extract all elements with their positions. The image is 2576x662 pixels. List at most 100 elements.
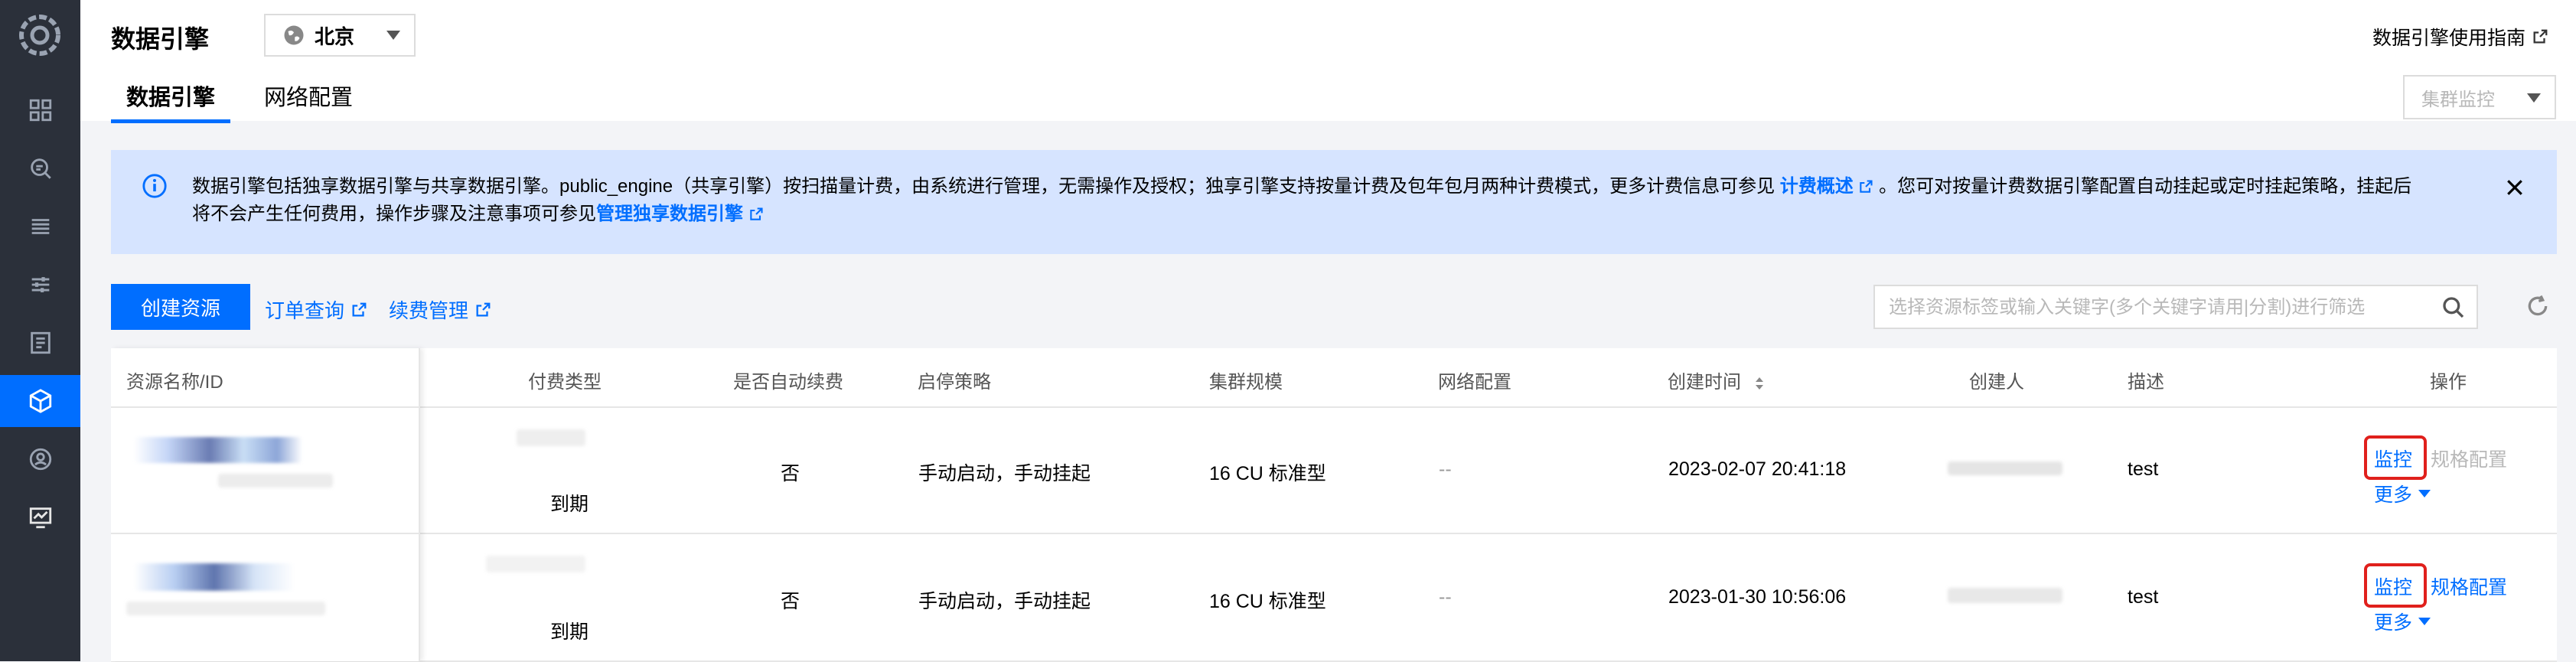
col-network: 网络配置 bbox=[1438, 372, 1511, 393]
col-name-header: 资源名称/ID bbox=[111, 348, 419, 408]
blurred-pay-type bbox=[486, 556, 585, 572]
blurred-creator bbox=[1948, 588, 2062, 603]
caret-down-icon bbox=[2418, 618, 2431, 625]
auto-renew-value: 否 bbox=[781, 463, 801, 484]
external-link-icon bbox=[2533, 29, 2548, 44]
list-icon bbox=[31, 219, 49, 234]
col-auto-renew: 是否自动续费 bbox=[733, 372, 843, 393]
table-header: 付费类型 是否自动续费 启停策略 集群规模 网络配置 创建时间 创建人 描述 操… bbox=[111, 348, 2557, 408]
col-created-label: 创建时间 bbox=[1668, 372, 1741, 393]
col-scale: 集群规模 bbox=[1209, 372, 1283, 393]
col-created[interactable]: 创建时间 bbox=[1668, 367, 1765, 393]
blurred-creator bbox=[1948, 461, 2062, 475]
blurred-id bbox=[218, 474, 333, 488]
pay-type-sub: 到期 bbox=[550, 494, 589, 515]
page-header: 数据引擎 北京 数据引擎使用指南 数据引擎 网络配置 bbox=[80, 0, 2576, 123]
region-select[interactable]: 北京 bbox=[264, 14, 416, 57]
logo-icon bbox=[19, 15, 60, 56]
col-name: 资源名称/ID bbox=[126, 372, 223, 393]
fixed-name-column: 资源名称/ID bbox=[111, 348, 420, 661]
left-sidebar bbox=[0, 0, 80, 661]
settings-sliders-icon bbox=[31, 277, 49, 292]
notice-part2: 。您可对按量计费数据引擎配置自动挂起或定时挂起策略，挂起后 bbox=[1873, 176, 2412, 197]
chevron-down-icon bbox=[386, 31, 400, 40]
manage-engine-label: 管理独享数据引擎 bbox=[596, 204, 743, 224]
dashboard-icon bbox=[29, 99, 51, 122]
search-input[interactable] bbox=[1875, 286, 2426, 329]
spec-config-link[interactable]: 规格配置 bbox=[2431, 572, 2507, 600]
manage-engine-link[interactable]: 管理独享数据引擎 bbox=[596, 204, 764, 224]
sidebar-item-settings[interactable] bbox=[0, 259, 80, 311]
search-icon[interactable] bbox=[2441, 295, 2466, 320]
pay-type-sub: 到期 bbox=[550, 621, 589, 643]
created-value: 2023-02-07 20:41:18 bbox=[1668, 458, 1847, 480]
close-icon[interactable] bbox=[2503, 176, 2526, 199]
renew-management-label: 续费管理 bbox=[389, 299, 469, 322]
name-cell bbox=[111, 534, 419, 660]
policy-value: 手动启动，手动挂起 bbox=[918, 463, 1091, 484]
chevron-down-icon bbox=[2527, 93, 2541, 103]
blurred-pay-type bbox=[517, 429, 585, 446]
sidebar-item-query[interactable] bbox=[0, 142, 80, 194]
tab-network-config[interactable]: 网络配置 bbox=[249, 80, 368, 119]
cluster-monitor-select[interactable]: 集群监控 bbox=[2403, 75, 2556, 119]
scale-value: 16 CU 标准型 bbox=[1209, 591, 1326, 612]
network-value: -- bbox=[1439, 458, 1452, 480]
refresh-icon[interactable] bbox=[2525, 294, 2550, 318]
cluster-monitor-placeholder: 集群监控 bbox=[2421, 89, 2495, 110]
resource-table: 付费类型 是否自动续费 启停策略 集群规模 网络配置 创建时间 创建人 描述 操… bbox=[111, 348, 2557, 662]
external-link-icon bbox=[1860, 180, 1873, 193]
col-policy: 启停策略 bbox=[918, 372, 991, 393]
created-value: 2023-01-30 10:56:06 bbox=[1668, 586, 1847, 608]
document-icon bbox=[30, 331, 51, 354]
spec-config-link[interactable]: 规格配置 bbox=[2431, 445, 2507, 472]
desc-value: test bbox=[2128, 458, 2159, 480]
search-box bbox=[1873, 285, 2478, 329]
order-query-label: 订单查询 bbox=[265, 299, 345, 322]
sidebar-item-document[interactable] bbox=[0, 317, 80, 369]
user-badge-icon bbox=[29, 448, 51, 471]
tab-data-engine[interactable]: 数据引擎 bbox=[111, 80, 231, 123]
sort-icon[interactable] bbox=[1754, 376, 1765, 391]
col-desc: 描述 bbox=[2128, 372, 2164, 393]
more-label: 更多 bbox=[2374, 484, 2413, 506]
page-title: 数据引擎 bbox=[111, 25, 210, 53]
network-value: -- bbox=[1439, 586, 1452, 608]
sidebar-item-dashboard[interactable] bbox=[0, 84, 80, 136]
table-row: 到期 否 手动启动，手动挂起 16 CU 标准型 -- 2023-01-30 1… bbox=[111, 534, 2557, 662]
col-ops: 操作 bbox=[2430, 372, 2467, 393]
blurred-id bbox=[126, 602, 325, 615]
sidebar-item-list[interactable] bbox=[0, 201, 80, 253]
policy-value: 手动启动，手动挂起 bbox=[918, 591, 1091, 612]
col-pay-type: 付费类型 bbox=[528, 372, 602, 393]
sidebar-item-user[interactable] bbox=[0, 433, 80, 485]
monitor-link[interactable]: 监控 bbox=[2374, 572, 2412, 600]
more-dropdown[interactable]: 更多 bbox=[2374, 608, 2431, 635]
col-creator: 创建人 bbox=[1969, 372, 2024, 393]
renew-management-link[interactable]: 续费管理 bbox=[389, 295, 491, 324]
region-label: 北京 bbox=[315, 24, 355, 48]
monitor-link[interactable]: 监控 bbox=[2374, 445, 2412, 472]
sidebar-item-engine[interactable] bbox=[0, 375, 80, 427]
external-link-icon bbox=[352, 302, 367, 316]
billing-overview-label: 计费概述 bbox=[1779, 176, 1854, 197]
blurred-name bbox=[134, 563, 295, 591]
name-cell bbox=[111, 406, 419, 534]
more-dropdown[interactable]: 更多 bbox=[2374, 480, 2431, 507]
external-link-icon bbox=[476, 302, 491, 316]
external-link-icon bbox=[749, 207, 763, 220]
more-label: 更多 bbox=[2374, 612, 2413, 634]
order-query-link[interactable]: 订单查询 bbox=[265, 295, 367, 324]
billing-overview-link[interactable]: 计费概述 bbox=[1780, 176, 1874, 197]
notice-part1: 数据引擎包括独享数据引擎与共享数据引擎。public_engine（共享引擎）按… bbox=[192, 176, 1780, 197]
guide-link[interactable]: 数据引擎使用指南 bbox=[2372, 23, 2548, 51]
guide-link-label: 数据引擎使用指南 bbox=[2372, 28, 2525, 49]
desc-value: test bbox=[2128, 586, 2159, 608]
query-icon bbox=[30, 158, 51, 179]
sidebar-item-monitor[interactable] bbox=[0, 491, 80, 543]
create-resource-button[interactable]: 创建资源 bbox=[111, 284, 250, 330]
tab-bar: 数据引擎 网络配置 bbox=[111, 80, 386, 123]
info-notice: 数据引擎包括独享数据引擎与共享数据引擎。public_engine（共享引擎）按… bbox=[111, 150, 2557, 254]
scale-value: 16 CU 标准型 bbox=[1209, 463, 1326, 484]
notice-text: 数据引擎包括独享数据引擎与共享数据引擎。public_engine（共享引擎）按… bbox=[192, 173, 2503, 228]
